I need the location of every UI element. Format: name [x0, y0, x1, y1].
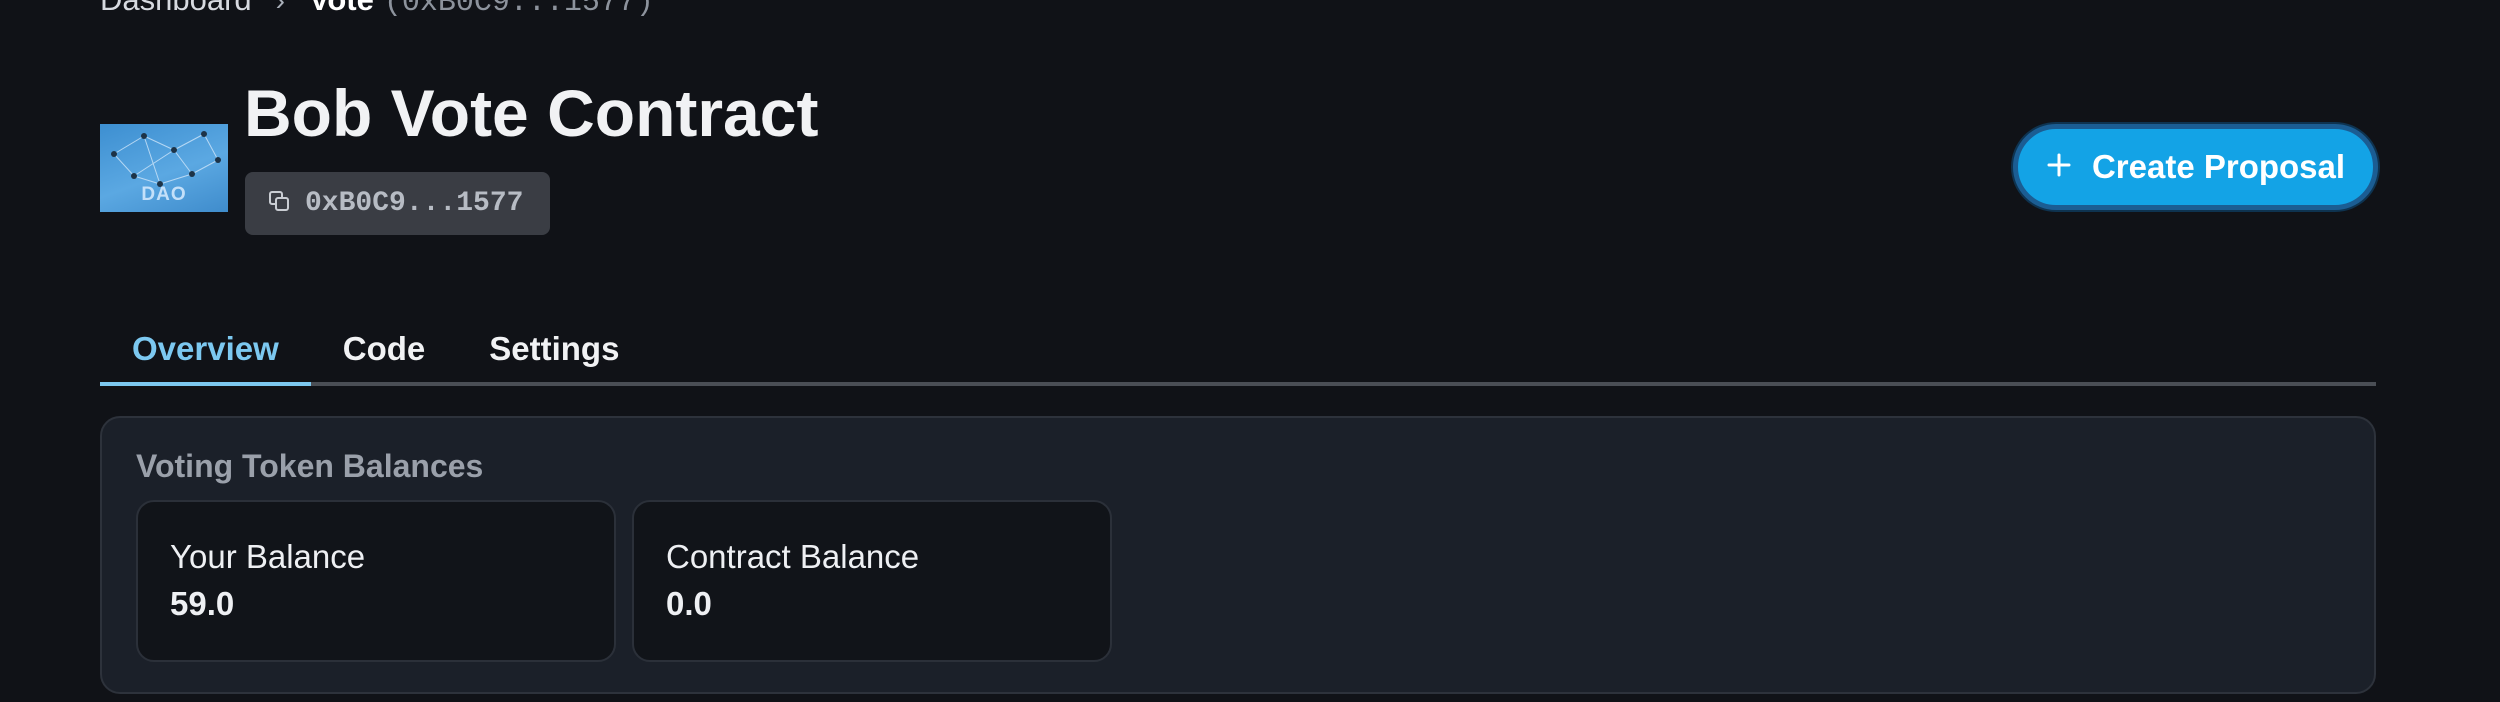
tab-bar: Overview Code Settings: [100, 318, 2376, 386]
breadcrumb-separator: ›: [275, 0, 285, 16]
page-title: Bob Vote Contract: [244, 76, 819, 150]
panel-title: Voting Token Balances: [136, 448, 484, 484]
your-balance-card: Your Balance 59.0: [136, 500, 616, 662]
plus-icon: [2046, 148, 2072, 186]
breadcrumb-current: Vote: [309, 0, 374, 18]
breadcrumb-address: (0xB0C9...1577): [383, 0, 654, 20]
your-balance-label: Your Balance: [170, 538, 366, 575]
avatar-label: DAO: [141, 184, 187, 205]
vote-contract-page: Dashboard › Vote (0xB0C9...1577): [0, 0, 2500, 702]
contract-balance-value: 0.0: [666, 585, 712, 622]
breadcrumb-dashboard-link[interactable]: Dashboard: [100, 0, 252, 18]
contract-balance-card: Contract Balance 0.0: [632, 500, 1112, 662]
tab-code[interactable]: Code: [311, 318, 458, 382]
voting-token-balances-panel: Voting Token Balances Your Balance 59.0 …: [100, 416, 2376, 694]
copy-address-button[interactable]: 0xB0C9...1577: [245, 172, 550, 235]
contract-avatar: DAO: [100, 124, 228, 212]
create-proposal-button[interactable]: Create Proposal: [2013, 124, 2378, 210]
breadcrumb: Dashboard › Vote (0xB0C9...1577): [100, 0, 654, 20]
contract-address: 0xB0C9...1577: [305, 188, 524, 219]
create-proposal-label: Create Proposal: [2091, 148, 2346, 185]
your-balance-value: 59.0: [170, 585, 235, 622]
tab-settings[interactable]: Settings: [457, 318, 651, 382]
contract-balance-label: Contract Balance: [666, 538, 920, 575]
tab-overview[interactable]: Overview: [100, 318, 311, 386]
copy-icon: [267, 189, 291, 218]
